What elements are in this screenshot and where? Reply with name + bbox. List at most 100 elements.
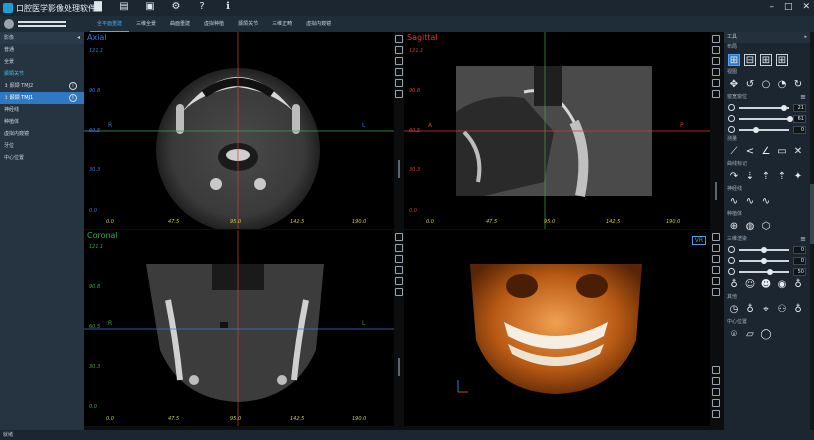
tab-tmj[interactable]: 颞颌关节	[231, 16, 265, 32]
slider-track[interactable]	[738, 115, 793, 122]
info-icon[interactable]: ℹ	[222, 1, 234, 13]
view-back-icon[interactable]	[712, 377, 720, 385]
tab-3d-panorama[interactable]: 三维全景	[129, 16, 163, 32]
nerve-edit-icon[interactable]: ∿	[744, 196, 756, 208]
tab-curved-reconstruction[interactable]: 曲面重建	[163, 16, 197, 32]
eye-icon[interactable]	[395, 57, 403, 65]
list-icon[interactable]	[395, 288, 403, 296]
slider-track[interactable]	[738, 104, 789, 111]
slider-track[interactable]	[738, 246, 789, 253]
layers-icon[interactable]	[712, 79, 720, 87]
slider-thumb[interactable]	[752, 126, 759, 133]
reset-view-icon[interactable]	[712, 46, 720, 54]
airway-icon[interactable]: ⚇	[776, 304, 788, 316]
maximize-view-icon[interactable]	[395, 35, 403, 43]
delete-measure-icon[interactable]: ✕	[792, 146, 804, 158]
implant-library-icon[interactable]: ◍	[744, 221, 756, 233]
window-level-icon[interactable]: ◔	[776, 79, 788, 91]
slider-track[interactable]	[738, 126, 789, 133]
crosshair-icon[interactable]: ⌖	[760, 304, 772, 316]
print-icon[interactable]: ▤	[118, 1, 130, 13]
curve-point-icon[interactable]: ⇣	[744, 171, 756, 183]
sidebar-item-tooth-position[interactable]: 牙位	[0, 140, 84, 152]
expand-icon[interactable]: ↕	[4, 80, 8, 92]
pin-icon[interactable]: ◂	[77, 32, 80, 44]
user-area[interactable]	[4, 17, 84, 31]
tooth-chart-icon[interactable]: ♁	[744, 304, 756, 316]
list-icon[interactable]	[395, 90, 403, 98]
list-icon[interactable]	[712, 90, 720, 98]
tooth-icon[interactable]: ♁	[792, 304, 804, 316]
layers-icon[interactable]	[395, 277, 403, 285]
polyline-icon[interactable]: <	[744, 146, 756, 158]
maximize-view-icon[interactable]	[712, 233, 720, 241]
tooth-outline-icon[interactable]: ♁	[792, 279, 804, 291]
slider-value[interactable]: 0	[792, 256, 806, 265]
slider-thumb[interactable]	[780, 104, 787, 111]
zoom-icon[interactable]: ○	[760, 79, 772, 91]
view-top-icon[interactable]	[712, 410, 720, 418]
eye-icon[interactable]	[712, 57, 720, 65]
bone-preset-icon[interactable]: ☻	[760, 279, 772, 291]
curve-pin-icon[interactable]: ⇡	[776, 171, 788, 183]
save-icon[interactable]: ▣	[144, 1, 156, 13]
clock-icon[interactable]: ◷	[728, 304, 740, 316]
close-icon[interactable]: ✕	[802, 2, 810, 12]
sidebar-item-center[interactable]: 中心位置	[0, 152, 84, 164]
slider-track[interactable]	[738, 268, 789, 275]
slider-value[interactable]: 0	[792, 245, 806, 254]
view-front-icon[interactable]	[712, 366, 720, 374]
folder-icon[interactable]: ▇	[92, 1, 104, 13]
maximize-view-icon[interactable]	[395, 233, 403, 241]
list-icon[interactable]	[712, 288, 720, 296]
volume-render-viewport[interactable]: VR	[404, 230, 710, 426]
slider-value[interactable]: 0	[792, 125, 806, 134]
pin-icon[interactable]: ▸	[804, 32, 807, 43]
slider-value[interactable]: 21	[792, 103, 806, 112]
implant-3d-icon[interactable]: ⬡	[760, 221, 772, 233]
sidebar-item-endoscopy[interactable]: 虚拟内窥镜	[0, 128, 84, 140]
skull-preset-icon[interactable]: ☺	[744, 279, 756, 291]
menu-icon[interactable]: ≡	[800, 93, 806, 102]
curve-magic-icon[interactable]: ✦	[792, 171, 804, 183]
slider-thumb[interactable]	[786, 115, 793, 122]
menu-icon[interactable]: ≡	[800, 235, 806, 244]
layout-2x2-icon[interactable]: ⊞	[728, 54, 740, 66]
sidebar-item-nerve[interactable]: 神经线	[0, 104, 84, 116]
sidebar-item-normal[interactable]: 普通	[0, 44, 84, 56]
sidebar-item-tmj[interactable]: 颞颌关节	[0, 68, 84, 80]
maximize-view-icon[interactable]	[712, 35, 720, 43]
render-opacity-slider[interactable]: 50	[724, 266, 810, 277]
ellipse-icon[interactable]: ◯	[760, 329, 772, 341]
sidebar-item-implant[interactable]: 种植体	[0, 116, 84, 128]
eye-icon[interactable]	[712, 255, 720, 263]
slider-thumb[interactable]	[760, 246, 767, 253]
rotate-icon[interactable]: ↺	[744, 79, 756, 91]
reset-view-icon[interactable]	[395, 244, 403, 252]
tooth-preset-icon[interactable]: ♁	[728, 279, 740, 291]
pan-icon[interactable]: ✥	[728, 79, 740, 91]
slider-value[interactable]: 61	[792, 114, 806, 123]
layout-grid-icon[interactable]: ⊞	[776, 54, 788, 66]
vr-mode-badge[interactable]: VR	[691, 236, 706, 245]
window-width-slider[interactable]: 21	[724, 102, 810, 113]
right-panel-scrollbar[interactable]	[810, 32, 814, 430]
minimize-icon[interactable]: –	[769, 2, 774, 12]
settings-gear-icon[interactable]: ⚙	[170, 1, 182, 13]
histogram-icon[interactable]	[395, 68, 403, 76]
tab-virtual-endoscopy[interactable]: 虚拟内窥镜	[299, 16, 338, 32]
coronal-viewport[interactable]: Coronal R L 121.1 90.8 60.5 30.3 0.0 0.0…	[84, 230, 394, 426]
sidebar-item-tmj2[interactable]: ↕ 颞颌 TMJ2 i	[0, 80, 84, 92]
render-brightness-slider[interactable]: 0	[724, 244, 810, 255]
info-circle-icon[interactable]: i	[69, 94, 77, 102]
scrollbar-thumb[interactable]	[810, 184, 814, 244]
angle-icon[interactable]: ∠	[760, 146, 772, 158]
layout-1-3-icon[interactable]: ⊟	[744, 54, 756, 66]
slider-thumb[interactable]	[760, 257, 767, 264]
sidebar-item-panorama[interactable]: 全景	[0, 56, 84, 68]
sidebar-item-tmj1[interactable]: ↕ 颞颌 TMJ1 i	[0, 92, 84, 104]
slider-thumb[interactable]	[766, 268, 773, 275]
nerve-delete-icon[interactable]: ∿	[760, 196, 772, 208]
view-right-icon[interactable]	[712, 399, 720, 407]
slider-track[interactable]	[738, 257, 789, 264]
